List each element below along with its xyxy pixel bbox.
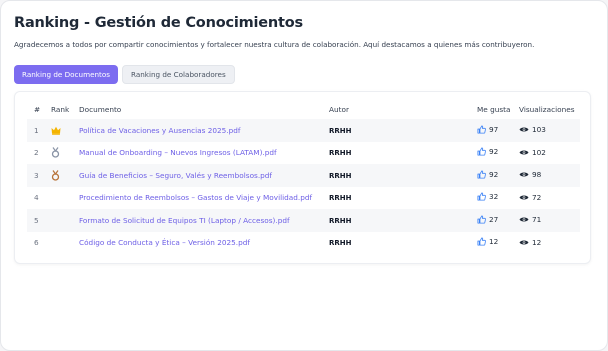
thumbs-up-icon[interactable] — [477, 237, 486, 246]
document-cell: Guía de Beneficios – Seguro, Valés y Ree… — [79, 164, 329, 187]
table-row: 3 Guía de Beneficios – Seguro, Valés y Re… — [27, 164, 580, 187]
ranking-page: Ranking - Gestión de Conocimientos Agrad… — [0, 0, 608, 351]
document-link[interactable]: Guía de Beneficios – Seguro, Valés y Ree… — [79, 171, 272, 180]
eye-icon — [519, 239, 529, 246]
likes-count: 32 — [489, 192, 499, 202]
likes-count: 27 — [489, 214, 499, 224]
silver-medal-icon — [51, 147, 79, 158]
table-header-row: # Rank Documento Autor Me gusta Visualiz… — [27, 99, 580, 119]
rank-cell — [51, 142, 79, 165]
rank-cell — [51, 209, 79, 232]
views-count: 72 — [532, 192, 542, 202]
row-number: 5 — [27, 209, 51, 232]
rank-cell — [51, 164, 79, 187]
row-number: 3 — [27, 164, 51, 187]
row-number: 4 — [34, 193, 39, 203]
views-cell: 103 — [519, 119, 580, 142]
views-cell: 12 — [519, 232, 580, 255]
author-cell: RRHH — [329, 164, 477, 187]
eye-icon — [519, 126, 529, 133]
eye-icon — [519, 171, 529, 178]
thumbs-up-icon[interactable] — [477, 170, 486, 179]
ranking-table: # Rank Documento Autor Me gusta Visualiz… — [27, 99, 580, 254]
likes-count: 92 — [489, 169, 499, 179]
likes-cell: 27 — [477, 209, 519, 232]
document-link[interactable]: Código de Conducta y Ética – Versión 202… — [79, 238, 250, 247]
document-cell: Formato de Solicitud de Equipos TI (Lapt… — [79, 209, 329, 232]
rank-cell — [51, 119, 79, 142]
table-row: 5 Formato de Solicitud de Equipos TI (Lap… — [27, 209, 580, 232]
page-title: Ranking - Gestión de Conocimientos — [14, 15, 303, 31]
header-document: Documento — [79, 104, 122, 114]
tab-document-ranking[interactable]: Ranking de Documentos — [14, 65, 119, 84]
eye-icon — [519, 216, 529, 223]
likes-cell: 97 — [477, 119, 519, 142]
table-row: 6 Código de Conducta y Ética – Versión 20… — [27, 232, 580, 255]
thumbs-up-icon[interactable] — [477, 147, 486, 156]
header-author: Autor — [329, 104, 349, 114]
table-row: 2 Manual de Onboarding – Nuevos Ingresos … — [27, 142, 580, 165]
document-link[interactable]: Política de Vacaciones y Ausencias 2025.… — [79, 126, 240, 135]
rank-cell — [51, 187, 79, 210]
page-subtitle: Agradecemos a todos por compartir conoci… — [14, 40, 535, 49]
views-count: 103 — [532, 125, 546, 135]
row-number: 1 — [27, 119, 51, 142]
views-cell: 102 — [519, 142, 580, 165]
views-count: 98 — [532, 170, 542, 180]
views-count: 102 — [532, 147, 546, 157]
author-name: RRHH — [329, 194, 352, 203]
likes-cell: 12 — [477, 232, 519, 255]
table-row: 1 Política de Vacaciones y Ausencias 2025… — [27, 119, 580, 142]
eye-icon — [519, 149, 529, 156]
table-row: 4 Procedimiento de Reembolsos – Gastos de… — [27, 187, 580, 210]
eye-icon — [519, 194, 529, 201]
row-number: 6 — [34, 238, 39, 248]
document-link[interactable]: Manual de Onboarding – Nuevos Ingresos (… — [79, 148, 277, 157]
rank-cell — [51, 232, 79, 255]
crown-icon — [51, 126, 79, 135]
author-name: RRHH — [329, 149, 352, 158]
thumbs-up-icon[interactable] — [477, 215, 486, 224]
row-number: 2 — [34, 148, 39, 158]
author-cell: RRHH — [329, 209, 477, 232]
views-cell: 72 — [519, 187, 580, 210]
author-name: RRHH — [329, 126, 352, 135]
author-name: RRHH — [329, 216, 352, 225]
likes-count: 12 — [489, 237, 499, 247]
document-link[interactable]: Formato de Solicitud de Equipos TI (Lapt… — [79, 216, 290, 225]
likes-cell: 92 — [477, 142, 519, 165]
author-name: RRHH — [329, 239, 352, 248]
views-cell: 71 — [519, 209, 580, 232]
thumbs-up-icon[interactable] — [477, 192, 486, 201]
header-likes: Me gusta — [477, 104, 511, 114]
document-cell: Código de Conducta y Ética – Versión 202… — [79, 232, 329, 255]
header-number: # — [34, 104, 41, 114]
header-views: Visualizaciones — [519, 104, 575, 114]
likes-cell: 32 — [477, 187, 519, 210]
author-cell: RRHH — [329, 119, 477, 142]
document-cell: Procedimiento de Reembolsos – Gastos de … — [79, 187, 329, 210]
author-cell: RRHH — [329, 187, 477, 210]
views-count: 71 — [532, 215, 542, 225]
bronze-medal-icon — [51, 169, 79, 181]
document-cell: Manual de Onboarding – Nuevos Ingresos (… — [79, 142, 329, 165]
likes-count: 97 — [489, 124, 499, 134]
views-count: 12 — [532, 237, 542, 247]
author-cell: RRHH — [329, 232, 477, 255]
document-cell: Política de Vacaciones y Ausencias 2025.… — [79, 119, 329, 142]
tab-bar: Ranking de Documentos Ranking de Colabor… — [14, 65, 235, 84]
author-cell: RRHH — [329, 142, 477, 165]
document-link[interactable]: Procedimiento de Reembolsos – Gastos de … — [79, 193, 312, 202]
tab-collaborator-ranking[interactable]: Ranking de Colaboradores — [122, 65, 235, 84]
thumbs-up-icon[interactable] — [477, 125, 486, 134]
likes-cell: 92 — [477, 164, 519, 187]
header-rank: Rank — [51, 104, 70, 114]
views-cell: 98 — [519, 164, 580, 187]
ranking-card: # Rank Documento Autor Me gusta Visualiz… — [14, 91, 591, 264]
likes-count: 92 — [489, 147, 499, 157]
author-name: RRHH — [329, 171, 352, 180]
